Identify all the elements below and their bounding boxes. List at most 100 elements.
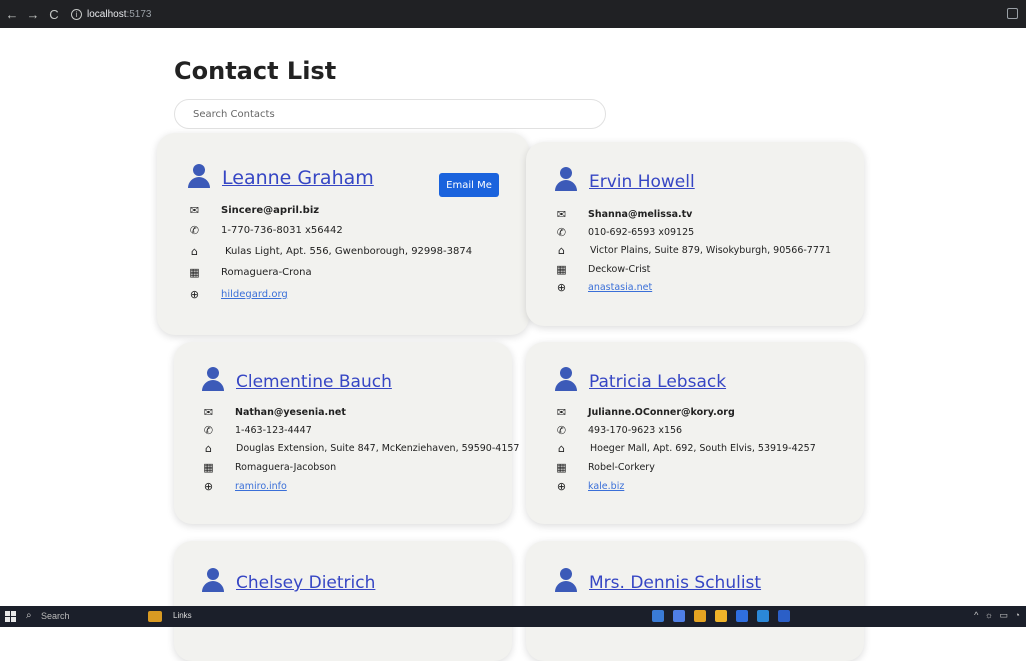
home-icon: ⌂	[191, 244, 198, 258]
user-icon	[555, 568, 577, 592]
user-icon	[555, 367, 577, 391]
contact-website-link[interactable]: anastasia.net	[588, 282, 652, 293]
contact-email: Sincere@april.biz	[221, 204, 320, 216]
email-row: ✉ Sincere@april.biz	[188, 203, 320, 217]
contact-website-link[interactable]: kale.biz	[588, 481, 624, 492]
contact-email: Nathan@yesenia.net	[235, 406, 346, 418]
contact-header: Leanne Graham	[188, 164, 374, 188]
email-me-button[interactable]: Email Me	[439, 173, 499, 197]
file-explorer-icon[interactable]	[673, 610, 685, 622]
back-arrow-icon[interactable]: ←	[3, 7, 21, 22]
chrome-icon[interactable]	[694, 610, 706, 622]
weather-app-icon[interactable]	[652, 610, 664, 622]
contact-header: Mrs. Dennis Schulist	[555, 568, 761, 592]
address-bar[interactable]: localhost:5173	[87, 9, 152, 20]
address-row: ⌂ Douglas Extension, Suite 847, McKenzie…	[202, 441, 520, 455]
envelope-icon: ✉	[556, 405, 567, 419]
search-icon[interactable]: ⌕	[26, 610, 32, 621]
contact-company: Romaguera-Jacobson	[235, 461, 337, 473]
contact-header: Clementine Bauch	[202, 367, 392, 391]
taskbar-apps	[652, 610, 790, 622]
contact-email: Shanna@melissa.tv	[588, 208, 693, 220]
company-row: ▦ Deckow-Crist	[555, 262, 650, 276]
windows-start-icon[interactable]	[5, 611, 16, 622]
contact-phone: 010-692-6593 x09125	[588, 226, 695, 238]
home-icon: ⌂	[558, 243, 565, 257]
contact-name-link[interactable]: Clementine Bauch	[236, 374, 392, 391]
home-icon: ⌂	[558, 441, 565, 455]
contact-phone: 1-770-736-8031 x56442	[221, 224, 343, 236]
contact-card: Leanne Graham Email Me ✉ Sincere@april.b…	[157, 133, 529, 335]
contact-card: Mrs. Dennis Schulist	[526, 541, 864, 661]
building-icon: ▦	[556, 460, 567, 474]
share-icon[interactable]	[1007, 8, 1018, 19]
app-icon[interactable]	[736, 610, 748, 622]
contact-name-link[interactable]: Patricia Lebsack	[589, 374, 726, 391]
forward-arrow-icon[interactable]: →	[24, 7, 42, 22]
globe-icon: ⊕	[556, 280, 567, 294]
contact-address: Hoeger Mall, Apt. 692, South Elvis, 5391…	[590, 442, 816, 454]
contact-card: Clementine Bauch ✉ Nathan@yesenia.net ✆ …	[174, 342, 519, 524]
page-title: Contact List	[174, 57, 337, 85]
word-icon[interactable]	[778, 610, 790, 622]
contact-company: Romaguera-Crona	[221, 266, 312, 278]
site-info-icon[interactable]: i	[71, 8, 82, 20]
taskbar-links[interactable]: Links	[173, 611, 192, 620]
website-row: ⊕ ramiro.info	[202, 479, 287, 493]
contact-header: Ervin Howell	[555, 167, 695, 191]
globe-icon: ⊕	[556, 479, 567, 493]
contact-address: Douglas Extension, Suite 847, McKenzieha…	[236, 442, 520, 454]
phone-row: ✆ 493-170-9623 x156	[555, 423, 682, 437]
building-icon: ▦	[189, 265, 200, 279]
taskbar: ⌕ Search Links ^ ☼ ▭ ◔	[0, 606, 1026, 627]
globe-icon: ⊕	[203, 479, 214, 493]
reload-icon[interactable]: C	[45, 7, 63, 22]
website-row: ⊕ kale.biz	[555, 479, 624, 493]
contact-header: Patricia Lebsack	[555, 367, 726, 391]
phone-icon: ✆	[189, 223, 200, 237]
address-row: ⌂ Victor Plains, Suite 879, Wisokyburgh,…	[555, 243, 831, 257]
url-port: :5173	[126, 8, 152, 20]
address-row: ⌂ Kulas Light, Apt. 556, Gwenborough, 92…	[188, 244, 473, 258]
contact-name-link[interactable]: Leanne Graham	[222, 169, 374, 188]
user-icon	[555, 167, 577, 191]
user-icon	[202, 367, 224, 391]
website-row: ⊕ anastasia.net	[555, 280, 652, 294]
phone-icon: ✆	[556, 423, 567, 437]
contact-name-link[interactable]: Mrs. Dennis Schulist	[589, 575, 761, 592]
phone-icon: ✆	[556, 225, 567, 239]
contact-phone: 1-463-123-4447	[235, 424, 312, 436]
contact-website-link[interactable]: ramiro.info	[235, 481, 287, 492]
email-row: ✉ Shanna@melissa.tv	[555, 207, 693, 221]
address-row: ⌂ Hoeger Mall, Apt. 692, South Elvis, 53…	[555, 441, 816, 455]
company-row: ▦ Romaguera-Crona	[188, 265, 312, 279]
company-row: ▦ Robel-Corkery	[555, 460, 655, 474]
browser-toolbar: ← → C i localhost:5173	[0, 0, 1026, 28]
envelope-icon: ✉	[556, 207, 567, 221]
taskbar-search[interactable]: Search	[41, 611, 70, 621]
contact-company: Robel-Corkery	[588, 461, 655, 473]
contact-card: Ervin Howell ✉ Shanna@melissa.tv ✆ 010-6…	[526, 142, 864, 326]
contact-card: Patricia Lebsack ✉ Julianne.OConner@kory…	[526, 342, 864, 524]
search-input[interactable]	[174, 99, 606, 129]
folder-app-icon[interactable]	[715, 610, 727, 622]
system-tray-icons[interactable]: ^ ☼ ▭ ◔	[974, 610, 1022, 621]
building-icon: ▦	[556, 262, 567, 276]
contact-address: Victor Plains, Suite 879, Wisokyburgh, 9…	[590, 244, 831, 256]
company-row: ▦ Romaguera-Jacobson	[202, 461, 337, 474]
phone-icon: ✆	[203, 423, 214, 437]
url-host: localhost	[87, 8, 127, 20]
contact-name-link[interactable]: Ervin Howell	[589, 174, 695, 191]
phone-row: ✆ 1-770-736-8031 x56442	[188, 223, 343, 237]
contact-website-link[interactable]: hildegard.org	[221, 289, 288, 300]
contact-email: Julianne.OConner@kory.org	[588, 406, 735, 418]
website-row: ⊕ hildegard.org	[188, 287, 288, 301]
contact-name-link[interactable]: Chelsey Dietrich	[236, 575, 375, 592]
folder-icon[interactable]	[148, 611, 162, 622]
vscode-icon[interactable]	[757, 610, 769, 622]
envelope-icon: ✉	[189, 203, 200, 217]
globe-icon: ⊕	[189, 287, 200, 301]
home-icon: ⌂	[205, 441, 212, 455]
user-icon	[202, 568, 224, 592]
contact-address: Kulas Light, Apt. 556, Gwenborough, 9299…	[225, 245, 473, 257]
